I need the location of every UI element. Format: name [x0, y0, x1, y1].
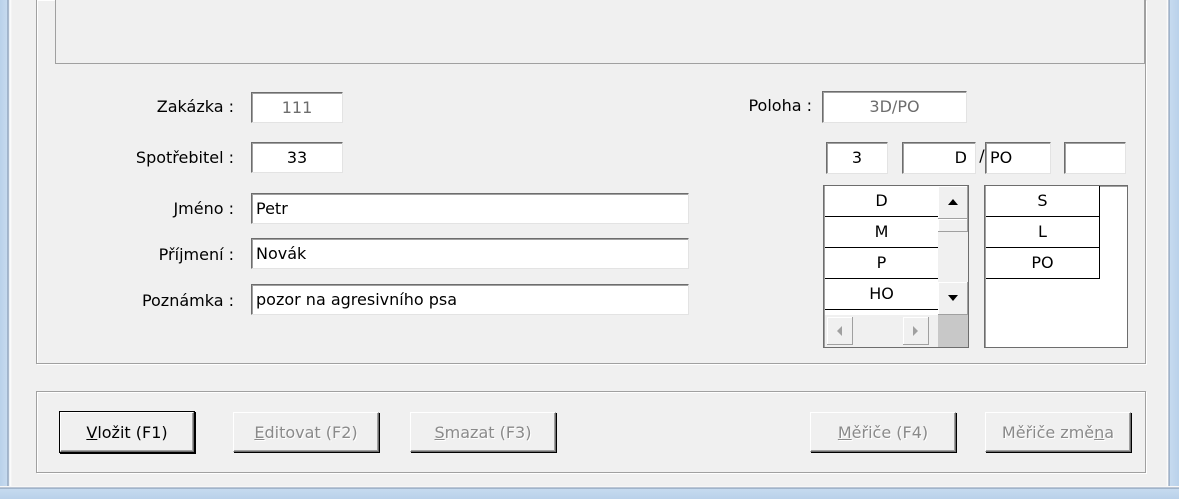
merice-zmena-label-end: a [1104, 422, 1115, 442]
zakazka-field[interactable]: 111 [251, 92, 343, 123]
editovat-label: ditovat (F2) [264, 422, 358, 442]
spotrebitel-label: Spotřebitel : [135, 148, 234, 167]
poloha-part2-field[interactable]: D [902, 142, 976, 174]
poznamka-label: Poznámka : [141, 291, 234, 310]
merice-label: ěřiče (F4) [851, 422, 929, 442]
scroll-right-button[interactable] [903, 317, 929, 345]
window-frame-bottom [0, 486, 1179, 499]
merice-mnemonic: M [837, 422, 852, 442]
jmeno-field[interactable]: Petr [251, 193, 689, 224]
scroll-thumb[interactable] [938, 219, 968, 232]
vlozit-button[interactable]: Vložit (F1) [60, 412, 194, 452]
poloha-part4-field[interactable] [1064, 142, 1126, 174]
size-grip [938, 315, 968, 347]
arrow-up-icon [947, 199, 958, 205]
window-frame-left [0, 0, 12, 499]
vlozit-mnemonic: V [86, 422, 98, 442]
scroll-up-button[interactable] [938, 186, 968, 219]
vlozit-label: ložit (F1) [97, 422, 168, 442]
prijmeni-label: Příjmení : [158, 245, 234, 264]
poloha-list-right[interactable]: S L PO [984, 185, 1128, 348]
merice-zmena-mnemonic: n [1094, 422, 1105, 442]
smazat-mnemonic: S [434, 422, 445, 442]
zakazka-label: Zakázka : [156, 97, 234, 116]
list-item[interactable]: M [825, 217, 939, 248]
poloha-field[interactable]: 3D/PO [822, 91, 967, 123]
vertical-scrollbar[interactable] [938, 186, 968, 315]
list-item[interactable]: HO [825, 279, 939, 310]
arrow-right-icon [913, 325, 918, 336]
merice-button[interactable]: Měřiče (F4) [810, 412, 956, 452]
spotrebitel-field[interactable]: 33 [251, 142, 343, 173]
poloha-label: Poloha : [748, 96, 812, 115]
scroll-left-button[interactable] [827, 317, 853, 345]
editovat-button[interactable]: Editovat (F2) [233, 412, 379, 452]
button-group-box [36, 391, 1146, 473]
horizontal-scrollbar[interactable] [825, 315, 938, 347]
list-item[interactable]: L [986, 217, 1100, 248]
poznamka-field[interactable]: pozor na agresivního psa [251, 284, 689, 315]
merice-zmena-label-start: Měřiče změ [1001, 422, 1095, 442]
memo-panel [55, 0, 1145, 64]
arrow-down-icon [947, 295, 958, 301]
list-item[interactable]: PO [986, 248, 1100, 279]
editovat-mnemonic: E [254, 422, 265, 442]
scroll-down-button[interactable] [938, 282, 968, 315]
window-frame-right [1166, 0, 1179, 499]
merice-zmena-button[interactable]: Měřiče změ n a [985, 412, 1131, 452]
poloha-part1-field[interactable]: 3 [826, 142, 888, 174]
list-item[interactable]: D [825, 186, 939, 217]
poloha-list-left[interactable]: D M P HO [823, 185, 969, 348]
list-item[interactable]: P [825, 248, 939, 279]
prijmeni-field[interactable]: Novák [251, 238, 689, 269]
smazat-label: mazat (F3) [444, 422, 532, 442]
list-item[interactable]: S [986, 186, 1100, 217]
arrow-left-icon [837, 325, 842, 336]
poloha-part3-field[interactable]: PO [985, 142, 1051, 174]
jmeno-label: Jméno : [173, 199, 234, 218]
smazat-button[interactable]: Smazat (F3) [410, 412, 556, 452]
